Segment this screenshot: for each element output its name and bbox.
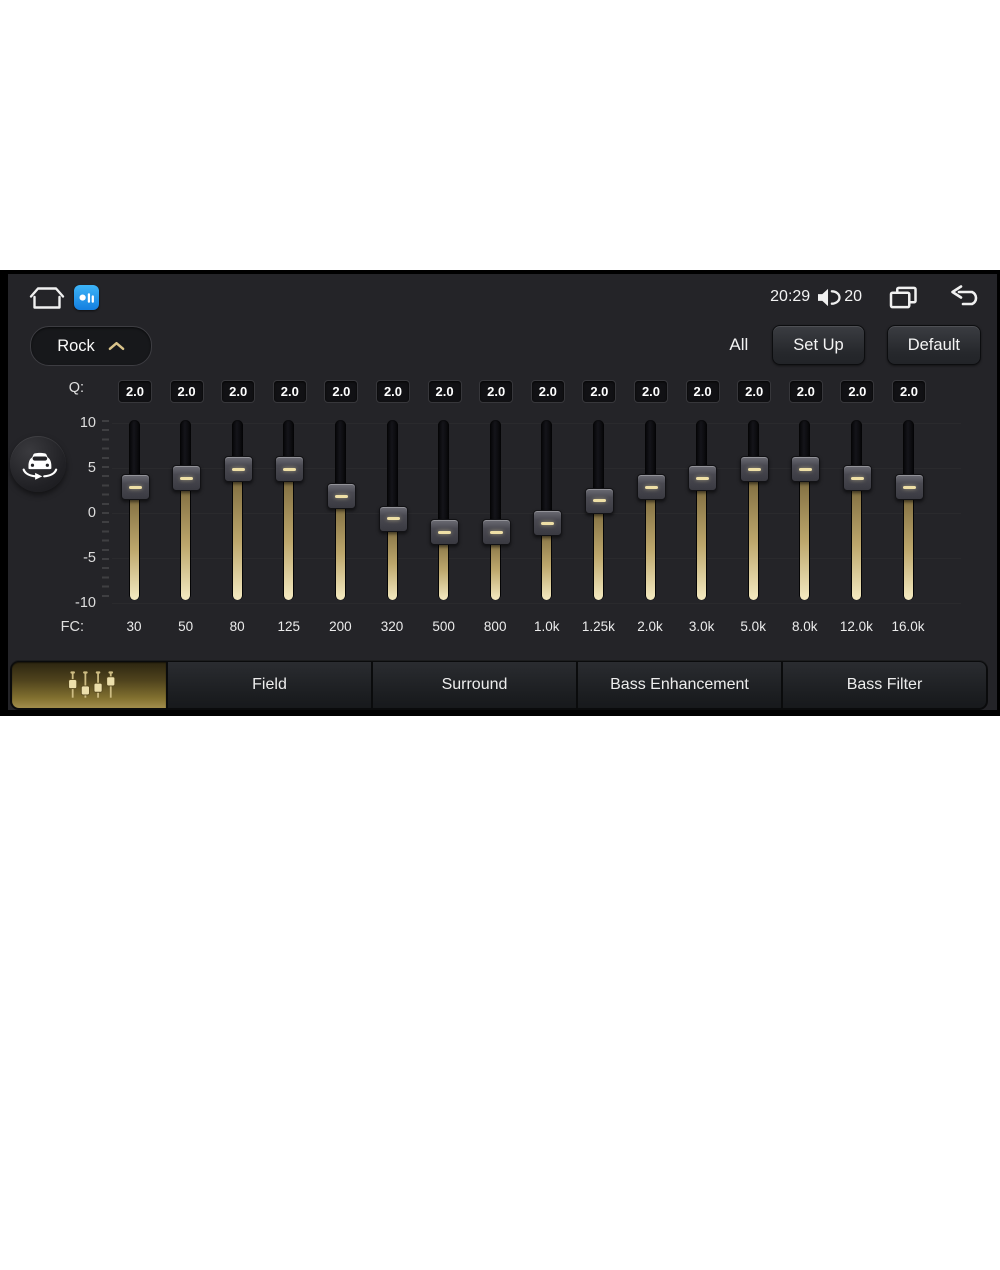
band-slider-handle[interactable] — [842, 465, 872, 491]
band-q-value: 2.0 — [892, 380, 926, 403]
chevron-up-icon — [108, 337, 125, 356]
band-slider-handle[interactable] — [326, 483, 356, 509]
band-q-value: 2.0 — [582, 380, 617, 403]
preset-label: Rock — [57, 336, 95, 355]
band-q-value: 2.0 — [169, 380, 204, 403]
band-slider-gold-fill — [903, 488, 913, 600]
band-slider-handle[interactable] — [533, 510, 563, 536]
dsp-tab-bar: Field Surround Bass Enhancement Bass Filter — [10, 660, 988, 710]
band-q-value: 2.0 — [840, 380, 875, 403]
db-scale-label: 0 — [87, 505, 96, 521]
tab-surround[interactable]: Surround — [373, 662, 576, 708]
band-q-value: 2.0 — [737, 380, 772, 403]
band-slider-gold-fill — [232, 470, 242, 600]
band-slider-gold-fill — [851, 479, 861, 600]
band-slider-handle[interactable] — [481, 519, 511, 545]
tab-equalizer[interactable] — [12, 662, 166, 708]
band-q-value: 2.0 — [118, 380, 152, 403]
equalizer-sliders-icon — [68, 671, 116, 698]
preset-dropdown[interactable]: Rock — [30, 326, 152, 366]
band-q-value: 2.0 — [427, 380, 462, 403]
band-slider-gold-fill — [335, 497, 345, 600]
band-slider-gold-fill — [181, 479, 191, 600]
head-unit-bezel: 20:29 20 Rock All Set Up Default Q: FC: … — [0, 270, 1000, 716]
tab-label: Surround — [441, 676, 508, 693]
status-bar: 20:29 20 — [8, 282, 997, 312]
band-slider-handle[interactable] — [172, 465, 202, 491]
band-slider-gold-fill — [748, 470, 758, 600]
band-slider-handle[interactable] — [739, 456, 769, 482]
tab-bass-filter[interactable]: Bass Filter — [783, 662, 986, 708]
fc-row-label: FC: — [60, 619, 84, 635]
band-q-value: 2.0 — [479, 380, 514, 403]
band-q-value: 2.0 — [376, 380, 410, 403]
band-slider-handle[interactable] — [584, 487, 614, 514]
band-slider-handle[interactable] — [688, 465, 718, 491]
db-scale-label: 10 — [79, 415, 96, 431]
tab-label: Bass Enhancement — [610, 676, 749, 693]
band-slider-gold-fill — [284, 470, 294, 600]
band-slider-gold-fill — [387, 519, 397, 600]
tab-field[interactable]: Field — [168, 662, 371, 708]
equalizer-screen: 20:29 20 Rock All Set Up Default Q: FC: … — [8, 274, 997, 710]
band-slider-handle[interactable] — [791, 456, 821, 482]
tab-bass-enhancement[interactable]: Bass Enhancement — [578, 662, 781, 708]
db-gridline — [112, 603, 961, 604]
default-button[interactable]: Default — [886, 325, 981, 365]
band-slider-gold-fill — [800, 470, 810, 600]
clock: 20:29 — [770, 288, 811, 305]
band-slider-handle[interactable] — [120, 474, 150, 500]
band-q-value: 2.0 — [221, 380, 256, 403]
db-tick-ruler — [102, 420, 109, 604]
recents-icon[interactable] — [888, 285, 919, 310]
band-slider-gold-fill — [697, 479, 707, 600]
band-frequency-label: 16.0k — [891, 619, 925, 634]
all-label[interactable]: All — [727, 335, 750, 355]
eq-app-icon[interactable] — [74, 285, 99, 310]
db-scale-label: 5 — [87, 460, 96, 476]
db-scale-label: -5 — [83, 550, 96, 566]
q-row-label: Q: — [68, 380, 84, 396]
band-slider-gold-fill — [129, 488, 139, 600]
band-slider-handle[interactable] — [636, 474, 666, 500]
band-q-value: 2.0 — [272, 380, 307, 403]
band-slider-handle[interactable] — [275, 456, 305, 482]
home-icon[interactable] — [28, 285, 66, 316]
band-slider-handle[interactable] — [223, 456, 253, 482]
band-q-value: 2.0 — [530, 380, 565, 403]
tab-label: Bass Filter — [846, 676, 923, 693]
band-slider-handle[interactable] — [430, 519, 460, 545]
db-scale-label: -10 — [75, 595, 96, 611]
band-q-value: 2.0 — [634, 380, 668, 403]
tab-label: Field — [252, 676, 287, 693]
band-slider-handle[interactable] — [378, 505, 408, 532]
band-q-value: 2.0 — [685, 380, 720, 403]
speaker-icon — [816, 287, 841, 308]
band-slider-handle[interactable] — [894, 474, 924, 500]
back-icon[interactable] — [947, 285, 983, 309]
band-q-value: 2.0 — [788, 380, 823, 403]
setup-button[interactable]: Set Up — [772, 325, 865, 365]
band-q-value: 2.0 — [324, 380, 359, 403]
volume-level: 20 — [844, 288, 862, 305]
band-slider-gold-fill — [645, 488, 655, 600]
band-slider-gold-fill — [593, 501, 603, 600]
